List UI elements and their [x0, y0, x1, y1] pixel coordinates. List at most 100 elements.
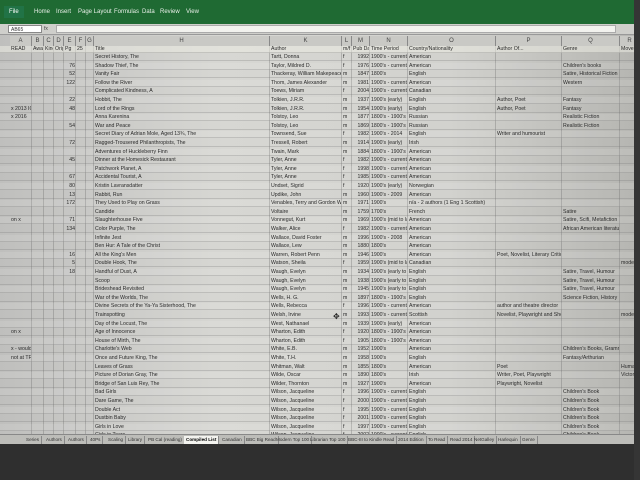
cell-g[interactable]: m: [343, 295, 351, 302]
cell-country[interactable]: English: [409, 355, 495, 362]
table-row[interactable]: Secret History, The Tartt, Donna f 1992 1900…: [0, 54, 640, 61]
cell-pub[interactable]: 1920: [353, 329, 369, 336]
cell-pub[interactable]: 1993: [353, 312, 369, 319]
table-row[interactable]: 172 They Used to Play on Grass Venables, T…: [0, 200, 640, 208]
cell-a[interactable]: x 2016: [11, 114, 31, 121]
cell-period[interactable]: 1900's (early to mid): [371, 286, 407, 293]
cell-e[interactable]: [65, 398, 75, 405]
cell-country[interactable]: American: [409, 243, 495, 250]
cell-pub[interactable]: 1927: [353, 381, 369, 388]
table-row[interactable]: 52 Vanity Fair Thackeray, William Makepeac…: [0, 71, 640, 79]
cell-pub[interactable]: 1937: [353, 97, 369, 104]
cell-genre[interactable]: [563, 364, 619, 371]
cell-e[interactable]: [65, 312, 75, 319]
cell-period[interactable]: 1900's - current: [371, 54, 407, 61]
cell-g[interactable]: m: [343, 209, 351, 216]
cell-title[interactable]: Dare Game, The: [95, 398, 269, 405]
cell-author[interactable]: Wilson, Jacqueline: [271, 398, 341, 405]
cell-of[interactable]: [497, 174, 561, 181]
ribbon-tab-review[interactable]: Review: [160, 6, 180, 18]
cell-a[interactable]: [11, 131, 31, 138]
table-row[interactable]: 80 Kristin Lavransdatter Undset, Sigrid f 19…: [0, 183, 640, 190]
cell-of[interactable]: Writer and humourist: [497, 131, 561, 138]
cell-period[interactable]: 1900's - current: [371, 166, 407, 173]
cell-pub[interactable]: 1939: [353, 321, 369, 328]
cell-author[interactable]: Tolkien, J.R.R.: [271, 106, 341, 113]
cell-pub[interactable]: 1981: [353, 80, 369, 87]
cell-genre[interactable]: [563, 140, 619, 147]
cell-of[interactable]: [497, 286, 561, 293]
cell-genre[interactable]: Children's books: [563, 63, 619, 70]
cell-pub[interactable]: 1920: [353, 183, 369, 190]
cell-country[interactable]: American: [409, 346, 495, 353]
cell-genre[interactable]: Realistic Fiction: [563, 114, 619, 121]
header-cell-b[interactable]: Award: [33, 46, 43, 53]
cell-pub[interactable]: 1996: [353, 389, 369, 396]
cell-e[interactable]: [65, 286, 75, 293]
table-row[interactable]: Day of the Locust, The West, Nathanael m 19…: [0, 320, 640, 328]
cell-period[interactable]: 1900's (early): [371, 140, 407, 147]
cell-of[interactable]: [497, 54, 561, 61]
sheet-tab[interactable]: Harlequin: [496, 436, 521, 444]
sheet-tab[interactable]: BBC-III to Kindle Read: [346, 436, 398, 444]
table-row[interactable]: Divine Secrets of the Ya-Ya Sisterhood, …: [0, 303, 640, 311]
cell-g[interactable]: m: [343, 235, 351, 242]
cell-genre[interactable]: Children's Book: [563, 389, 619, 396]
cell-of[interactable]: author and theatre director: [497, 303, 561, 310]
cell-g[interactable]: m: [343, 364, 351, 371]
cell-pub[interactable]: 1992: [353, 54, 369, 61]
cell-title[interactable]: All the King's Men: [95, 252, 269, 259]
cell-genre[interactable]: Fantasy: [563, 97, 619, 104]
sheet-tab[interactable]: Library: [126, 436, 146, 444]
cell-a[interactable]: [11, 88, 31, 95]
cell-g[interactable]: m: [343, 149, 351, 156]
cell-author[interactable]: Watson, Sheila: [271, 260, 341, 267]
table-row[interactable]: 72 Ragged-Trousered Philanthropists, The T…: [0, 140, 640, 147]
cell-e[interactable]: 22: [65, 97, 75, 104]
cell-of[interactable]: [497, 149, 561, 156]
cell-pub[interactable]: 1960: [353, 192, 369, 199]
cell-e[interactable]: [65, 415, 75, 422]
cell-pub[interactable]: 1869: [353, 123, 369, 130]
fx-icon[interactable]: fx: [44, 25, 54, 33]
cell-a[interactable]: on x: [11, 329, 31, 336]
cell-period[interactable]: 1900's - current: [371, 398, 407, 405]
sheet-tab[interactable]: Authors: [66, 436, 87, 444]
cell-title[interactable]: Secret Diary of Adrian Mole, Aged 13¾, T…: [95, 131, 269, 138]
table-row[interactable]: 122 Follow the River Thom, James Alexander…: [0, 79, 640, 87]
cell-of[interactable]: [497, 123, 561, 130]
cell-of[interactable]: [497, 407, 561, 414]
cell-period[interactable]: 1800's: [371, 364, 407, 371]
cell-pub[interactable]: 1985: [353, 174, 369, 181]
cell-pub[interactable]: 1952: [353, 346, 369, 353]
cell-country[interactable]: American: [409, 321, 495, 328]
cell-country[interactable]: Russian: [409, 123, 495, 130]
cell-genre[interactable]: Satire: [563, 209, 619, 216]
cell-country[interactable]: American: [409, 252, 495, 259]
cell-period[interactable]: 1900's (early): [371, 106, 407, 113]
cell-author[interactable]: Wilder, Thornton: [271, 381, 341, 388]
cell-country[interactable]: American: [409, 235, 495, 242]
cell-country[interactable]: American: [409, 381, 495, 388]
cell-a[interactable]: x 2013 IGF: [11, 106, 31, 113]
table-row[interactable]: Patchwork Planet, A Tyler, Anne f 1998 1900'…: [0, 165, 640, 173]
cell-pub[interactable]: 1759: [353, 209, 369, 216]
cell-author[interactable]: Welsh, Irvine: [271, 312, 341, 319]
cell-country[interactable]: American: [409, 338, 495, 345]
cell-a[interactable]: [11, 424, 31, 431]
cell-period[interactable]: 1900's (early): [371, 97, 407, 104]
cell-author[interactable]: Tressell, Robert: [271, 140, 341, 147]
cell-a[interactable]: [11, 364, 31, 371]
cell-genre[interactable]: Children's Book: [563, 398, 619, 405]
cell-pub[interactable]: 1954: [353, 106, 369, 113]
cell-genre[interactable]: Realistic Fiction: [563, 123, 619, 130]
sheet-tab[interactable]: Canadian: [220, 436, 245, 444]
header-cell-n[interactable]: Time Period: [371, 46, 407, 53]
cell-author[interactable]: Warren, Robert Penn: [271, 252, 341, 259]
cell-genre[interactable]: Children's Book: [563, 407, 619, 414]
table-row[interactable]: Brideshead Revisited Waugh, Evelyn m 1945 19…: [0, 286, 640, 294]
cell-pub[interactable]: 2004: [353, 88, 369, 95]
table-row[interactable]: Complicated Kindness, A Toews, Miriam f 200…: [0, 88, 640, 96]
cell-g[interactable]: m: [343, 114, 351, 121]
cell-e[interactable]: 52: [65, 71, 75, 78]
